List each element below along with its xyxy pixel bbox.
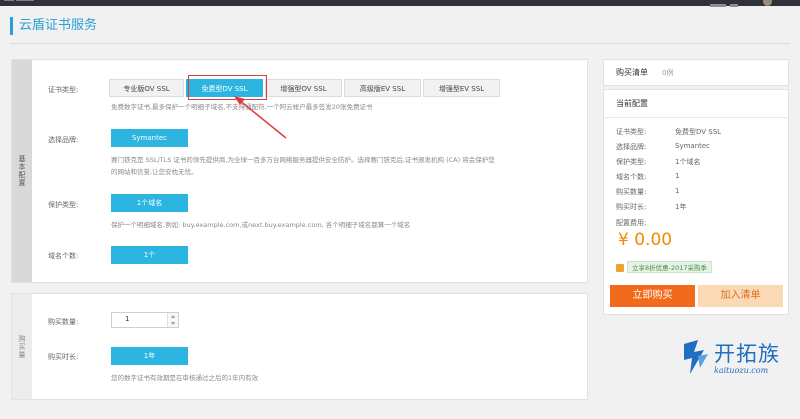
config-row-quantity-value: 1 (675, 187, 680, 195)
config-row-brand-value: Symantec (675, 142, 711, 150)
gift-icon (616, 264, 624, 272)
chevron-down-icon[interactable] (171, 322, 175, 325)
config-row-domain-count-value: 1 (675, 172, 680, 180)
cart-panel: 购买清单 0例 (603, 59, 789, 86)
config-row-brand-key: 选择品牌: (616, 143, 647, 151)
current-config-panel: 当前配置 证书类型: 免费型DV SSL 选择品牌: Symantec 保护类型… (603, 89, 789, 315)
chevron-up-icon[interactable] (171, 315, 175, 318)
config-row-domain-count-key: 域名个数: (616, 173, 647, 181)
duration-description: 您的数字证书有效期是在审核通过之后的1年内有效 (111, 374, 259, 382)
config-row-cert-type-key: 证书类型: (616, 128, 647, 136)
current-config-divider (604, 117, 788, 118)
config-row-protect-value: 1个域名 (675, 158, 701, 166)
config-row-duration-key: 购买时长: (616, 203, 647, 211)
buy-now-button[interactable]: 立即购买 (610, 285, 695, 307)
watermark-title: 开拓族 (714, 342, 780, 366)
watermark-logo-icon (684, 340, 708, 374)
quantity-value: 1 (125, 315, 130, 323)
duration-one-year-button[interactable]: 1年 (111, 347, 188, 365)
current-config-title: 当前配置 (616, 99, 648, 108)
purchase-side-tab: 购买量 (12, 294, 32, 399)
config-row-quantity-key: 购买数量: (616, 188, 647, 196)
watermark: 开拓族 kaituozu.com (676, 336, 800, 384)
add-to-cart-button[interactable]: 加入清单 (698, 285, 783, 307)
config-row-cert-type-value: 免费型DV SSL (675, 128, 722, 136)
cart-count: 0例 (662, 69, 674, 77)
quantity-stepper[interactable]: 1 (111, 312, 179, 328)
quantity-stepper-buttons[interactable] (167, 313, 178, 327)
config-row-duration-value: 1年 (675, 203, 687, 211)
purchase-side-label: 购买量 (18, 334, 26, 359)
watermark-url: kaituozu.com (714, 366, 769, 375)
price-value: ¥ 0.00 (618, 230, 673, 250)
config-row-protect-key: 保护类型: (616, 158, 647, 166)
fee-label: 配置费用: (616, 219, 647, 227)
promo-badge[interactable]: 立享8折优惠-2017采购季 (627, 261, 713, 273)
duration-label: 购买时长: (48, 353, 79, 361)
cart-title: 购买清单 (616, 68, 648, 77)
quantity-label: 购买数量: (48, 318, 79, 326)
purchase-panel: 购买量 购买数量: 1 购买时长: 1年 您的数字证书有效期是在审核通过之后的1… (11, 293, 588, 400)
